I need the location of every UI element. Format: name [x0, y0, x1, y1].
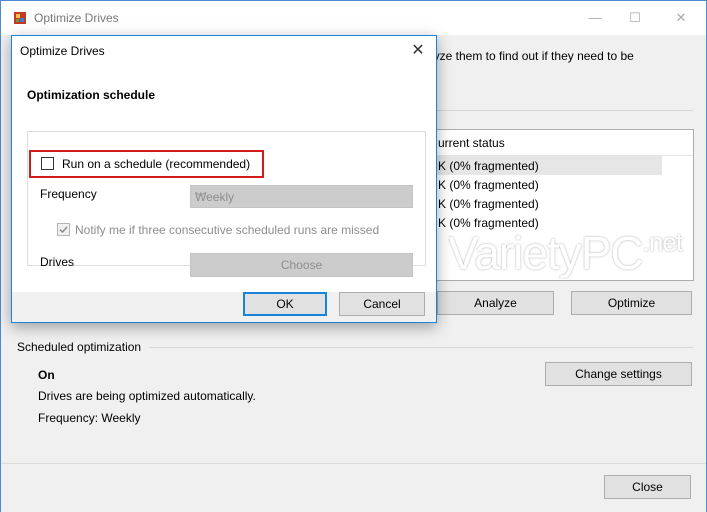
list-item[interactable]: K (0% fragmented) — [422, 175, 662, 194]
change-settings-button[interactable]: Change settings — [545, 362, 692, 386]
defrag-icon — [14, 12, 26, 24]
schedule-state: On — [38, 368, 55, 382]
maximize-icon[interactable]: ☐ — [621, 7, 649, 29]
list-header-status[interactable]: urrent status — [422, 130, 693, 156]
main-titlebar: Optimize Drives — ☐ ✕ — [1, 1, 706, 35]
frequency-label: Frequency — [40, 187, 97, 201]
optimize-button[interactable]: Optimize — [571, 291, 692, 315]
scheduled-optimization-heading: Scheduled optimization — [17, 340, 142, 354]
list-item[interactable]: K (0% fragmented) — [422, 156, 662, 175]
watermark-logo: VarietyPC.net — [448, 227, 683, 279]
schedule-detail: Drives are being optimized automatically… — [38, 389, 256, 403]
run-schedule-label[interactable]: Run on a schedule (recommended) — [62, 157, 250, 171]
run-schedule-checkbox[interactable] — [41, 157, 54, 170]
divider — [149, 347, 693, 348]
notify-label: Notify me if three consecutive scheduled… — [75, 223, 380, 237]
optimize-schedule-dialog: Optimize Drives ✕ Optimization schedule … — [11, 35, 437, 323]
divider — [431, 110, 693, 111]
dialog-footer: OK Cancel — [12, 292, 436, 322]
dialog-titlebar[interactable]: Optimize Drives ✕ — [12, 36, 436, 66]
analyze-button[interactable]: Analyze — [437, 291, 554, 315]
minimize-icon[interactable]: — — [581, 7, 609, 29]
ok-button[interactable]: OK — [243, 292, 327, 316]
bottom-bar: Close — [1, 463, 706, 512]
section-title: Optimization schedule — [27, 88, 156, 102]
close-button[interactable]: Close — [604, 475, 691, 499]
schedule-frequency: Frequency: Weekly — [38, 411, 141, 425]
drives-label: Drives — [40, 255, 75, 269]
cancel-button[interactable]: Cancel — [339, 292, 425, 316]
main-window-title: Optimize Drives — [34, 11, 119, 25]
choose-button[interactable]: Choose — [190, 253, 413, 277]
notify-checkbox[interactable] — [57, 223, 70, 236]
dialog-body: Optimization schedule Run on a schedule … — [12, 66, 436, 292]
checkmark-icon — [59, 226, 68, 234]
list-item[interactable]: K (0% fragmented) — [422, 194, 662, 213]
chevron-down-icon: ﹀ — [195, 192, 206, 204]
dialog-title: Optimize Drives — [20, 44, 105, 58]
description-text: lyze them to find out if they need to be — [431, 49, 634, 63]
frequency-select[interactable]: Weekly ﹀ — [190, 185, 413, 208]
close-icon[interactable]: ✕ — [404, 39, 432, 63]
close-icon[interactable]: ✕ — [667, 7, 695, 29]
